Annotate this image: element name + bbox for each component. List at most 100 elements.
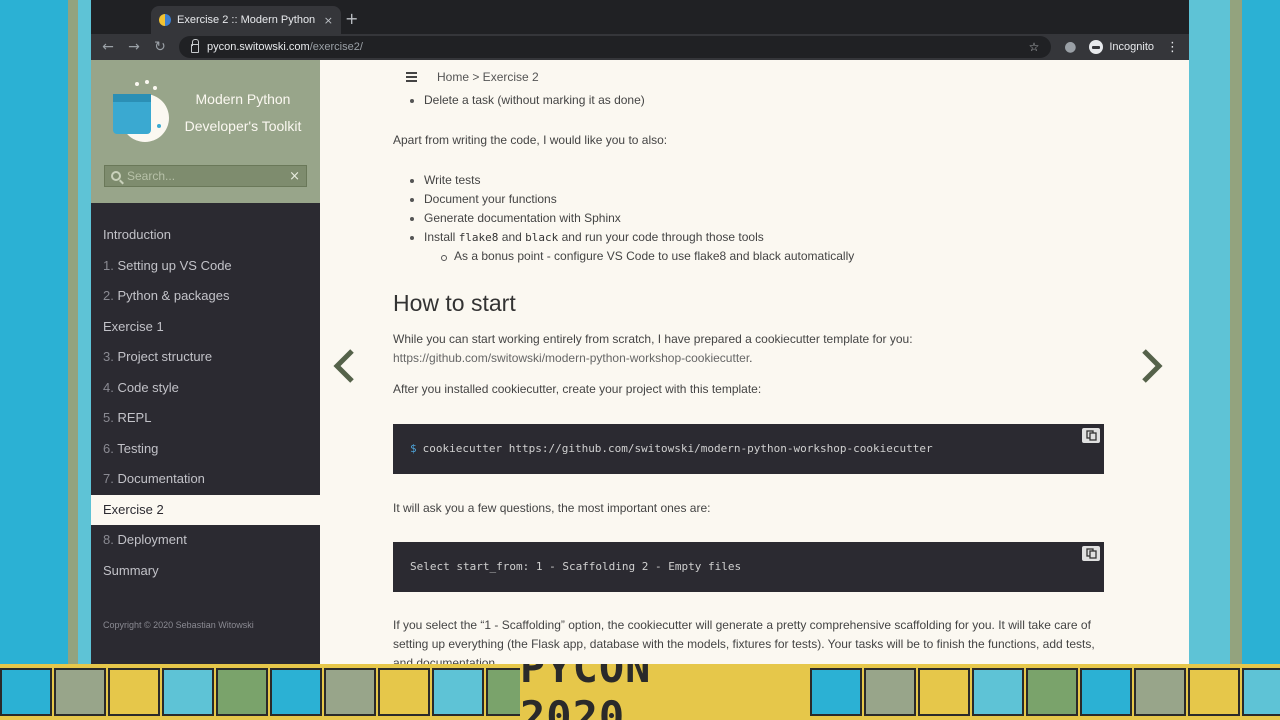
banner-tile [1188, 668, 1240, 716]
url-host: pycon.switowski.com [207, 41, 310, 53]
url-field[interactable]: pycon.switowski.com/exercise2/ ☆ [179, 36, 1052, 58]
tab-title: Exercise 2 :: Modern Python De... [177, 14, 318, 26]
lock-icon [191, 39, 199, 53]
banner-tile [1134, 668, 1186, 716]
banner-tile [378, 668, 430, 716]
sidebar-nav: Introduction 1. Setting up VS Code 2. Pyth… [91, 220, 320, 586]
todo-list: Write tests Document your functions Gene… [393, 171, 1106, 266]
sidebar-item-label: Project structure [117, 349, 213, 364]
next-page-arrow-icon[interactable] [1140, 348, 1164, 384]
reload-icon[interactable]: ↻ [153, 39, 167, 55]
search-input[interactable] [127, 169, 284, 183]
sidebar-item[interactable]: 1. Setting up VS Code [91, 251, 320, 282]
sidebar-item-label: Python & packages [117, 288, 230, 303]
banner-tile [918, 668, 970, 716]
paragraph-questions: It will ask you a few questions, the mos… [393, 501, 711, 515]
browser-window: Exercise 2 :: Modern Python De... × + ← … [91, 0, 1189, 664]
code-block-start-from: Select start_from: 1 - Scaffolding 2 - E… [393, 542, 1104, 592]
star-icon[interactable]: ☆ [1029, 40, 1040, 54]
install-and: and [498, 230, 526, 244]
sidebar-item[interactable]: 5. REPL [91, 403, 320, 434]
sidebar-item[interactable]: Exercise 2 [91, 494, 320, 525]
sidebar-item-label: Code style [117, 379, 179, 395]
copy-icon [1085, 430, 1097, 441]
incognito-label: Incognito [1109, 41, 1154, 53]
shell-prompt: $ [410, 442, 417, 455]
copy-button[interactable] [1082, 428, 1100, 443]
brand-header: Modern Python Developer's Toolkit × [91, 60, 320, 203]
banner-tile [162, 668, 214, 716]
tab-close-icon[interactable]: × [324, 14, 333, 27]
sidebar-item[interactable]: Exercise 1 [91, 312, 320, 343]
sidebar-item-number: 3. [103, 349, 118, 364]
incognito-indicator[interactable]: Incognito [1089, 40, 1154, 54]
code-text: cookiecutter https://github.com/switowsk… [422, 442, 933, 455]
breadcrumb-text[interactable]: Home > Exercise 2 [437, 70, 539, 84]
sidebar-item-label: Exercise 1 [103, 318, 164, 334]
menu-icon[interactable]: ⋮ [1166, 40, 1179, 55]
paragraph-start: While you can start working entirely fro… [393, 330, 1106, 368]
copy-icon [1085, 548, 1097, 559]
install-pre: Install [424, 230, 459, 244]
banner-tile [1026, 668, 1078, 716]
stage-left-border [0, 0, 78, 664]
template-link[interactable]: https://github.com/switowski/modern-pyth… [393, 351, 749, 365]
sidebar-item-number: 7. [103, 471, 118, 486]
incognito-icon [1089, 40, 1104, 54]
paragraph-start-text: While you can start working entirely fro… [393, 332, 913, 346]
browser-tab[interactable]: Exercise 2 :: Modern Python De... × [151, 6, 341, 34]
code-line: Select start_from: 1 - Scaffolding 2 - E… [410, 560, 742, 573]
sidebar-item[interactable]: Summary [91, 556, 320, 587]
favicon-icon [159, 14, 171, 26]
sidebar-item-label: Introduction [103, 227, 171, 242]
list-item-bonus: As a bonus point - configure VS Code to … [393, 247, 1106, 266]
sidebar-item[interactable]: Introduction [91, 220, 320, 251]
search-box: × [104, 165, 307, 187]
toc-list-icon[interactable] [406, 72, 417, 82]
sidebar-item[interactable]: 7. Documentation [91, 464, 320, 495]
extension-icon[interactable]: ● [1063, 39, 1077, 55]
back-icon[interactable]: ← [101, 39, 115, 55]
paragraph-scaffold: If you select the “1 - Scaffolding” opti… [393, 618, 1095, 664]
list-item-sphinx: Generate documentation with Sphinx [393, 209, 1106, 228]
prev-page-arrow-icon[interactable] [332, 348, 356, 384]
sidebar-item-label: Documentation [117, 471, 205, 486]
sidebar-item[interactable]: 6. Testing [91, 434, 320, 465]
url-path: /exercise2/ [309, 41, 363, 53]
banner-tile [1080, 668, 1132, 716]
sidebar-item-number: 1. [103, 257, 118, 273]
copyright: Copyright © 2020 Sebastian Witowski [103, 620, 254, 630]
list-item-document: Document your functions [393, 190, 1106, 209]
sidebar-item-number: 2. [103, 288, 118, 303]
search-icon [111, 171, 121, 181]
site-title[interactable]: Modern Python Developer's Toolkit [173, 86, 313, 140]
code-line: $ cookiecutter https://github.com/switows… [410, 442, 933, 455]
paragraph-after-install: After you installed cookiecutter, create… [393, 382, 762, 396]
tab-bar: Exercise 2 :: Modern Python De... × + [91, 0, 1189, 34]
address-bar: ← → ↻ pycon.switowski.com/exercise2/ ☆ ●… [91, 34, 1189, 60]
task-list: Delete a task (without marking it as don… [393, 91, 645, 110]
banner-tile [1242, 668, 1280, 716]
banner-tile [324, 668, 376, 716]
forward-icon[interactable]: → [127, 39, 141, 55]
banner-tile [864, 668, 916, 716]
sidebar-item-label: Testing [117, 440, 159, 456]
sidebar-item[interactable]: 3. Project structure [91, 342, 320, 373]
banner-tile [108, 668, 160, 716]
main-content: Home > Exercise 2 Delete a task (without… [320, 60, 1189, 664]
banner-tile [216, 668, 268, 716]
code-block-cookiecutter: $ cookiecutter https://github.com/switows… [393, 424, 1104, 474]
copy-button[interactable] [1082, 546, 1100, 561]
new-tab-button[interactable]: + [345, 9, 358, 28]
sidebar-item-number: 4. [103, 379, 118, 395]
sidebar-item[interactable]: 8. Deployment [91, 525, 320, 556]
banner-tile [0, 668, 52, 716]
sidebar-item-label: REPL [117, 410, 152, 425]
list-item-install: Install flake8 and black and run your co… [393, 228, 1106, 247]
clear-search-icon[interactable]: × [289, 169, 300, 184]
sidebar-item[interactable]: 2. Python & packages [91, 281, 320, 312]
section-heading: How to start [393, 290, 516, 316]
site-title-line2: Developer's Toolkit [184, 118, 302, 134]
stage-right-border [1230, 0, 1280, 664]
sidebar-item[interactable]: 4. Code style [91, 373, 320, 404]
